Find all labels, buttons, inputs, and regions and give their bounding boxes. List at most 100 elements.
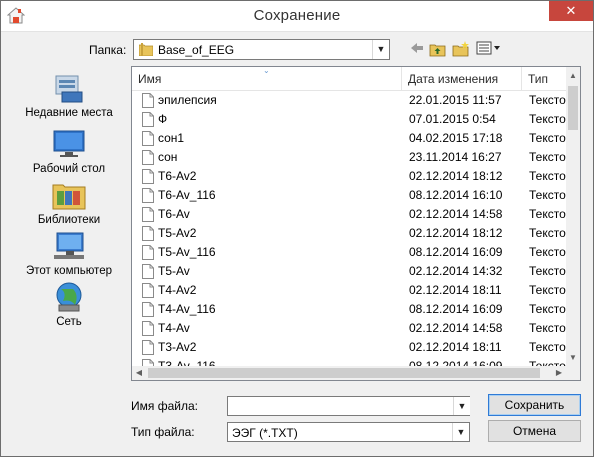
chevron-down-icon[interactable]: ▼ — [452, 423, 469, 441]
file-type: Тексто — [529, 93, 566, 107]
table-row[interactable]: сон 23.11.2014 16:27 Тексто — [132, 148, 566, 167]
file-name: T4-Av2 — [158, 283, 197, 297]
file-name: T6-Av2 — [158, 169, 197, 183]
back-arrow-icon[interactable] — [407, 41, 427, 59]
scroll-up-icon[interactable]: ▲ — [566, 69, 580, 83]
save-dialog: Сохранение ✕ Папка: Base_of_EEG ▼ Недавн… — [0, 0, 594, 457]
file-name: T4-Av — [158, 321, 190, 335]
file-date: 07.01.2015 0:54 — [409, 112, 496, 126]
file-rows: эпилепсия 22.01.2015 11:57 Тексто Ф 07.0… — [132, 91, 566, 376]
place-this-pc[interactable]: Этот компьютер — [21, 230, 117, 277]
table-row[interactable]: T6-Av 02.12.2014 14:58 Тексто — [132, 205, 566, 224]
column-type[interactable]: Тип — [522, 67, 566, 91]
text-file-icon — [142, 112, 154, 127]
cancel-button[interactable]: Отмена — [488, 420, 581, 442]
text-file-icon — [142, 321, 154, 336]
file-date: 04.02.2015 17:18 — [409, 131, 503, 145]
file-type: Тексто — [529, 112, 566, 126]
table-row[interactable]: T5-Av_116 08.12.2014 16:09 Тексто — [132, 243, 566, 262]
libraries-icon — [52, 184, 86, 210]
scroll-left-icon[interactable]: ◀ — [132, 366, 146, 380]
table-row[interactable]: сон1 04.02.2015 17:18 Тексто — [132, 129, 566, 148]
file-date: 02.12.2014 18:12 — [409, 169, 503, 183]
file-type: Тексто — [529, 302, 566, 316]
file-list[interactable]: ⌄ Имя Дата изменения Тип эпилепсия 22.01… — [131, 66, 581, 381]
folder-value: Base_of_EEG — [158, 43, 235, 57]
file-name: T6-Av — [158, 207, 190, 221]
file-type: Тексто — [529, 131, 566, 145]
file-type: Тексто — [529, 245, 566, 259]
vertical-scrollbar[interactable]: ▲ ▼ — [566, 67, 580, 367]
table-row[interactable]: T4-Av 02.12.2014 14:58 Тексто — [132, 319, 566, 338]
file-type: Тексто — [529, 188, 566, 202]
scroll-corner — [566, 367, 580, 380]
recent-places-icon — [55, 75, 83, 103]
table-row[interactable]: T4-Av_116 08.12.2014 16:09 Тексто — [132, 300, 566, 319]
text-file-icon — [142, 245, 154, 260]
file-date: 08.12.2014 16:10 — [409, 188, 503, 202]
vertical-scroll-thumb[interactable] — [568, 86, 578, 130]
table-row[interactable]: эпилепсия 22.01.2015 11:57 Тексто — [132, 91, 566, 110]
new-folder-icon[interactable] — [451, 41, 471, 59]
table-row[interactable]: Ф 07.01.2015 0:54 Тексто — [132, 110, 566, 129]
folder-label: Папка: — [89, 43, 127, 57]
file-type: Тексто — [529, 340, 566, 354]
filename-input[interactable] — [227, 396, 470, 416]
scroll-right-icon[interactable]: ▶ — [552, 366, 566, 380]
file-name: Ф — [158, 112, 168, 126]
network-icon — [56, 282, 82, 312]
table-row[interactable]: T6-Av2 02.12.2014 18:12 Тексто — [132, 167, 566, 186]
text-file-icon — [142, 226, 154, 241]
file-name: T5-Av_116 — [158, 245, 216, 259]
column-header-row: ⌄ Имя Дата изменения Тип — [132, 67, 566, 91]
place-label: Недавние места — [25, 107, 113, 119]
file-name: T4-Av_116 — [158, 302, 216, 316]
view-menu-icon[interactable] — [475, 41, 503, 59]
file-type: Тексто — [529, 150, 566, 164]
desktop-icon — [53, 130, 85, 157]
file-type: Тексто — [529, 169, 566, 183]
text-file-icon — [142, 283, 154, 298]
close-button[interactable]: ✕ — [549, 1, 593, 21]
horizontal-scrollbar[interactable]: ◀ ▶ — [132, 366, 566, 380]
place-recent[interactable]: Недавние места — [21, 72, 117, 119]
chevron-down-icon[interactable]: ▼ — [453, 397, 470, 415]
column-name[interactable]: Имя — [132, 67, 402, 91]
place-label: Рабочий стол — [32, 163, 106, 175]
this-pc-icon — [54, 232, 84, 259]
folder-dropdown[interactable]: Base_of_EEG ▼ — [133, 39, 390, 60]
filename-label: Имя файла: — [131, 399, 198, 413]
place-label: Этот компьютер — [26, 265, 112, 277]
save-button[interactable]: Сохранить — [488, 394, 581, 416]
file-date: 02.12.2014 18:11 — [409, 340, 502, 354]
chevron-down-icon[interactable]: ▼ — [372, 40, 389, 59]
file-date: 22.01.2015 11:57 — [409, 93, 502, 107]
file-name: T3-Av2 — [158, 340, 197, 354]
filetype-dropdown[interactable]: ЭЭГ (*.TXT) ▼ — [227, 422, 470, 442]
place-desktop[interactable]: Рабочий стол — [21, 128, 117, 175]
table-row[interactable]: T6-Av_116 08.12.2014 16:10 Тексто — [132, 186, 566, 205]
place-libraries[interactable]: Библиотеки — [21, 179, 117, 226]
text-file-icon — [142, 150, 154, 165]
table-row[interactable]: T5-Av2 02.12.2014 18:12 Тексто — [132, 224, 566, 243]
place-network[interactable]: Сеть — [21, 281, 117, 328]
text-file-icon — [142, 169, 154, 184]
file-date: 02.12.2014 14:58 — [409, 321, 503, 335]
table-row[interactable]: T5-Av 02.12.2014 14:32 Тексто — [132, 262, 566, 281]
filetype-value: ЭЭГ (*.TXT) — [232, 426, 298, 440]
filetype-label: Тип файла: — [131, 425, 195, 439]
horizontal-scroll-thumb[interactable] — [148, 368, 540, 378]
title-bar: Сохранение ✕ — [1, 1, 593, 32]
scroll-down-icon[interactable]: ▼ — [566, 351, 580, 365]
file-type: Тексто — [529, 321, 566, 335]
up-folder-icon[interactable] — [428, 41, 448, 59]
text-file-icon — [142, 93, 154, 108]
file-type: Тексто — [529, 207, 566, 221]
file-date: 02.12.2014 14:58 — [409, 207, 503, 221]
table-row[interactable]: T3-Av2 02.12.2014 18:11 Тексто — [132, 338, 566, 357]
column-date[interactable]: Дата изменения — [402, 67, 522, 91]
file-name: эпилепсия — [158, 93, 217, 107]
table-row[interactable]: T4-Av2 02.12.2014 18:11 Тексто — [132, 281, 566, 300]
text-file-icon — [142, 131, 154, 146]
file-type: Тексто — [529, 264, 566, 278]
